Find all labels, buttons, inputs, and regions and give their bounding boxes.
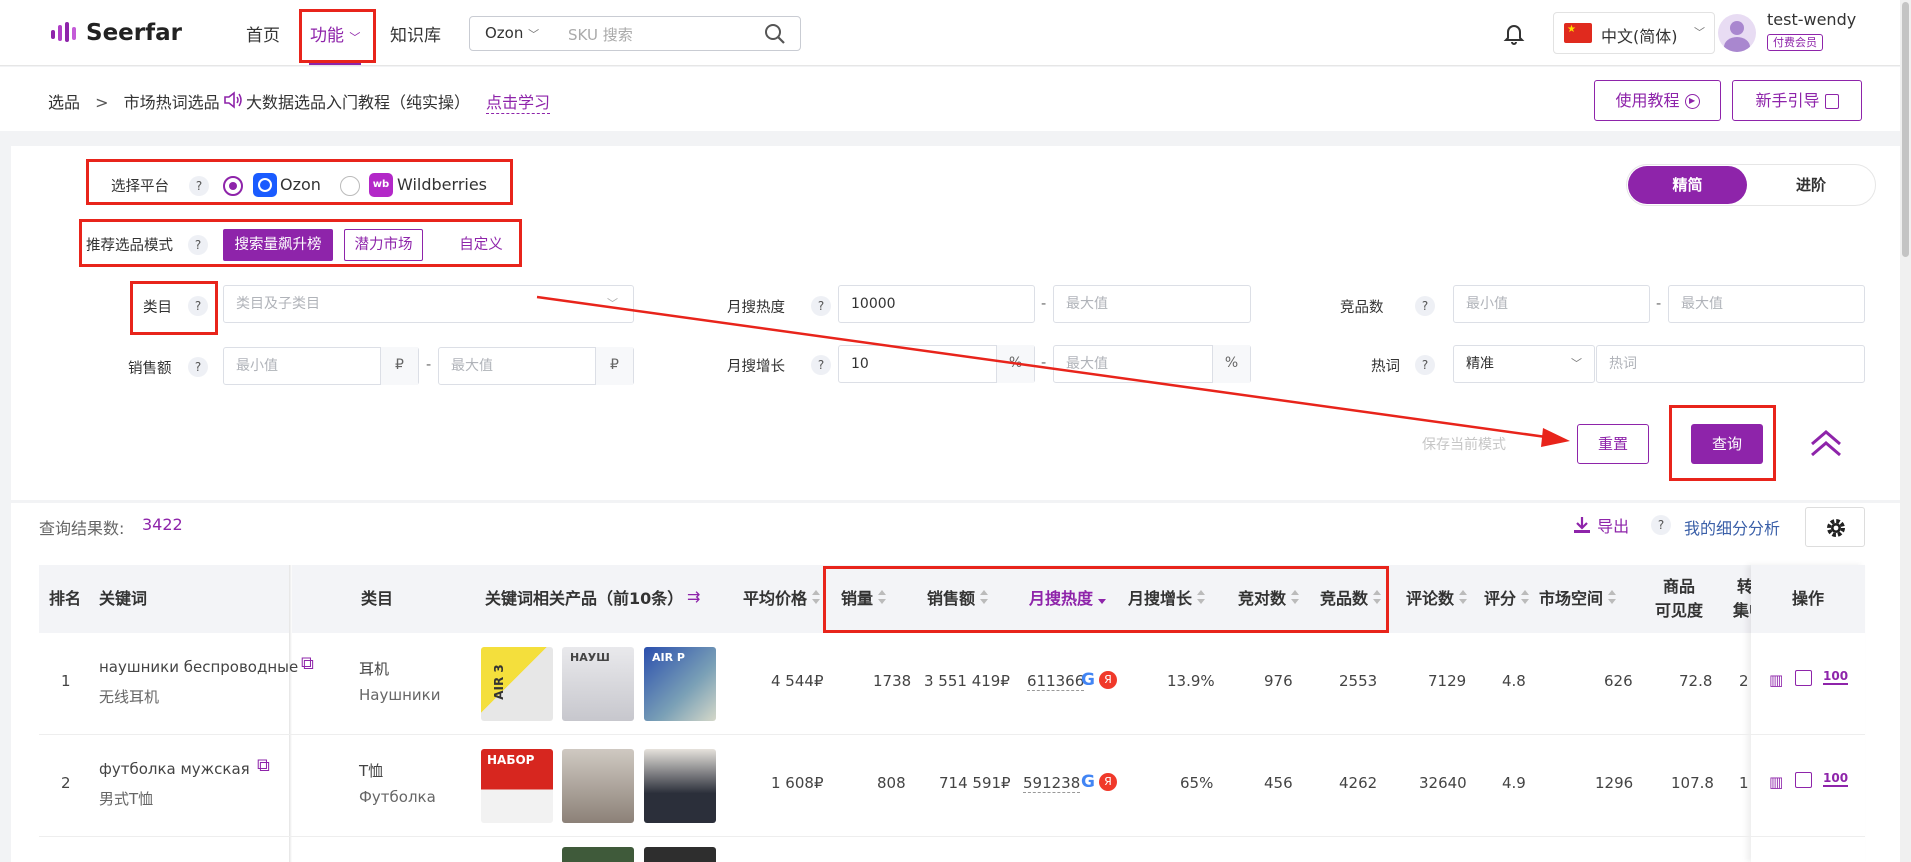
annotation-arrow bbox=[536, 295, 1570, 447]
